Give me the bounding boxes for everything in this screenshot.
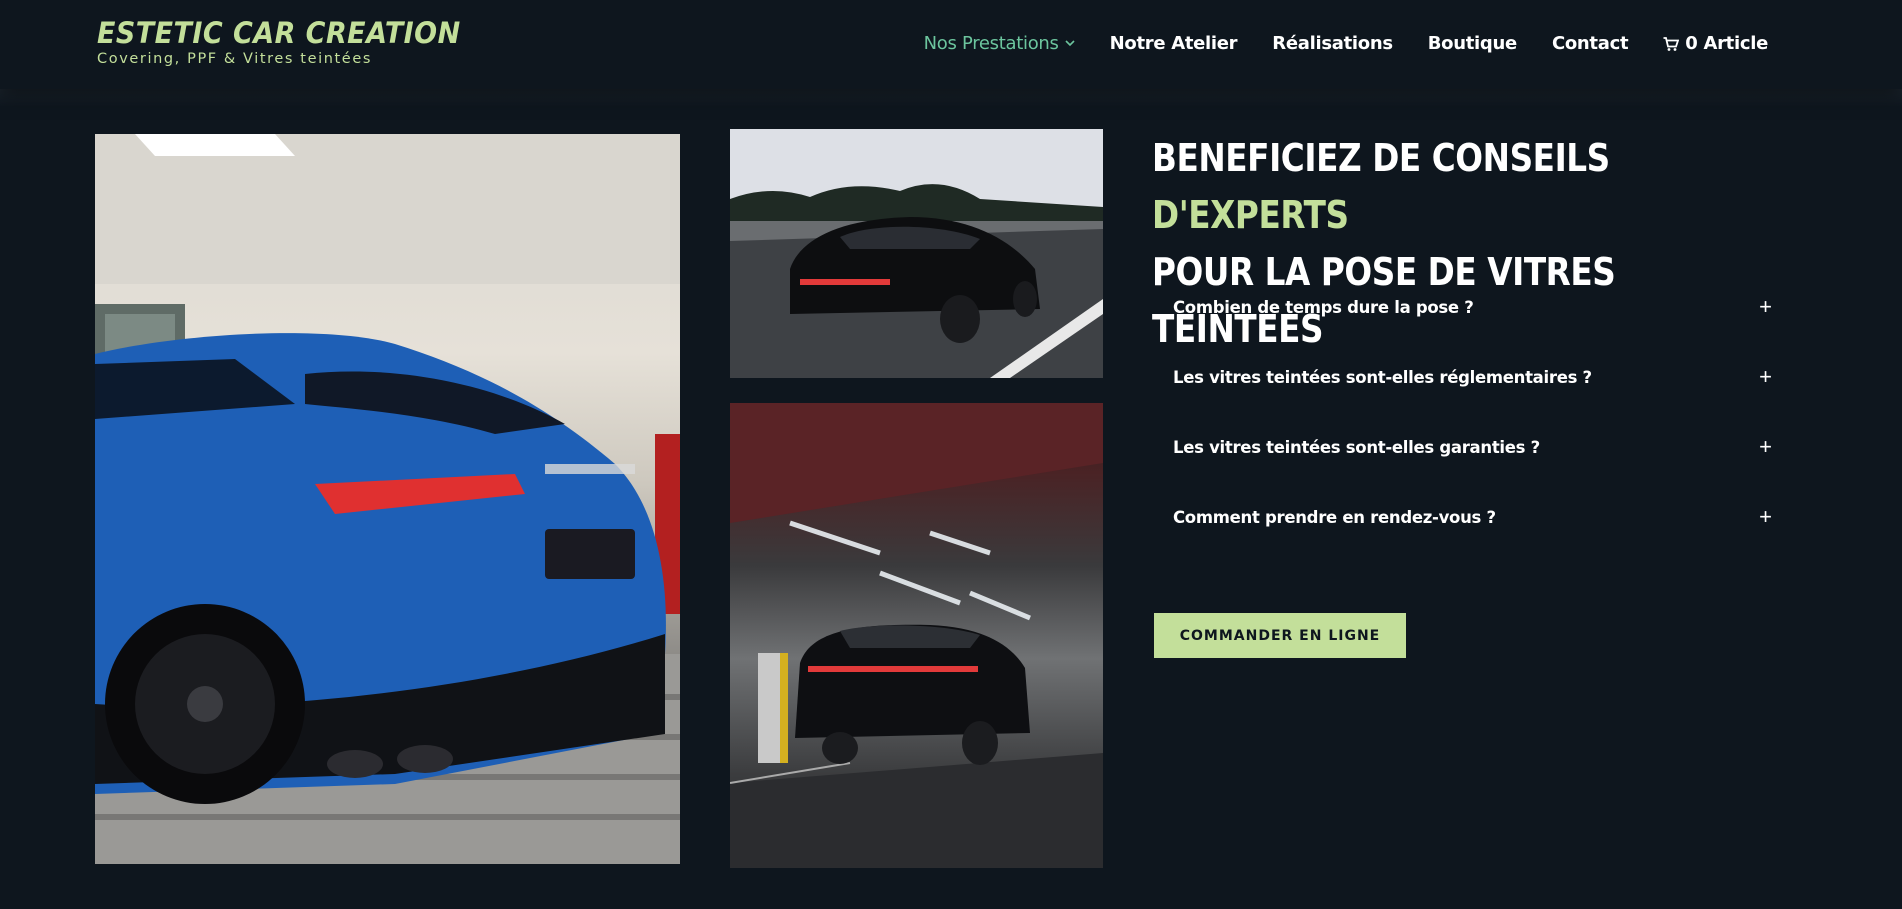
sedan-road-photo (730, 129, 1103, 378)
sedan-illustration (730, 129, 1103, 378)
site-header: ESTETIC CAR CREATION Covering, PPF & Vit… (0, 0, 1902, 89)
nav-item-prestations[interactable]: Nos Prestations (924, 33, 1075, 54)
plus-icon[interactable]: + (1759, 506, 1772, 528)
plus-icon[interactable]: + (1759, 436, 1772, 458)
faq-item[interactable]: Comment prendre en rendez-vous ? + (1152, 482, 1784, 552)
suv-parking-photo (730, 403, 1103, 868)
nav-item-label: Nos Prestations (923, 33, 1059, 54)
suv-parking-illustration (730, 403, 1103, 868)
heading-part1: BENEFICIEZ DE CONSEILS (1152, 136, 1610, 180)
nav-item-label: Notre Atelier (1109, 33, 1238, 54)
faq-accordion: Combien de temps dure la pose ? + Les vi… (1152, 272, 1784, 552)
faq-question: Les vitres teintées sont-elles garanties… (1173, 437, 1540, 457)
nav-item-boutique[interactable]: Boutique (1428, 33, 1517, 54)
cart-icon (1663, 36, 1680, 52)
header-shadow (0, 89, 1902, 107)
faq-question: Combien de temps dure la pose ? (1173, 297, 1474, 317)
logo-title: ESTETIC CAR CREATION (97, 16, 461, 50)
nav-item-cart[interactable]: 0 Article (1663, 33, 1768, 54)
faq-question: Comment prendre en rendez-vous ? (1173, 507, 1496, 527)
faq-item[interactable]: Les vitres teintées sont-elles garanties… (1152, 412, 1784, 482)
chevron-down-icon (1065, 36, 1075, 51)
nav-item-atelier[interactable]: Notre Atelier (1110, 33, 1238, 54)
main-nav: Nos Prestations Notre Atelier Réalisatio… (924, 33, 1769, 54)
faq-question: Les vitres teintées sont-elles réglement… (1173, 367, 1592, 387)
nav-item-label: Boutique (1427, 33, 1517, 54)
blue-suv-photo (95, 134, 680, 864)
plus-icon[interactable]: + (1759, 366, 1772, 388)
faq-item[interactable]: Les vitres teintées sont-elles réglement… (1152, 342, 1784, 412)
nav-item-label: Réalisations (1272, 33, 1393, 54)
logo[interactable]: ESTETIC CAR CREATION Covering, PPF & Vit… (97, 16, 488, 68)
nav-item-label: Contact (1551, 33, 1629, 54)
plus-icon[interactable]: + (1759, 296, 1772, 318)
cart-label: 0 Article (1685, 33, 1768, 54)
faq-item[interactable]: Combien de temps dure la pose ? + (1152, 272, 1784, 342)
order-online-button[interactable]: COMMANDER EN LIGNE (1154, 613, 1406, 658)
heading-accent: D'EXPERTS (1152, 193, 1349, 237)
logo-subtitle: Covering, PPF & Vitres teintées (97, 51, 373, 67)
nav-item-contact[interactable]: Contact (1551, 33, 1629, 54)
blue-suv-illustration (95, 134, 680, 864)
nav-item-realisations[interactable]: Réalisations (1272, 33, 1393, 54)
